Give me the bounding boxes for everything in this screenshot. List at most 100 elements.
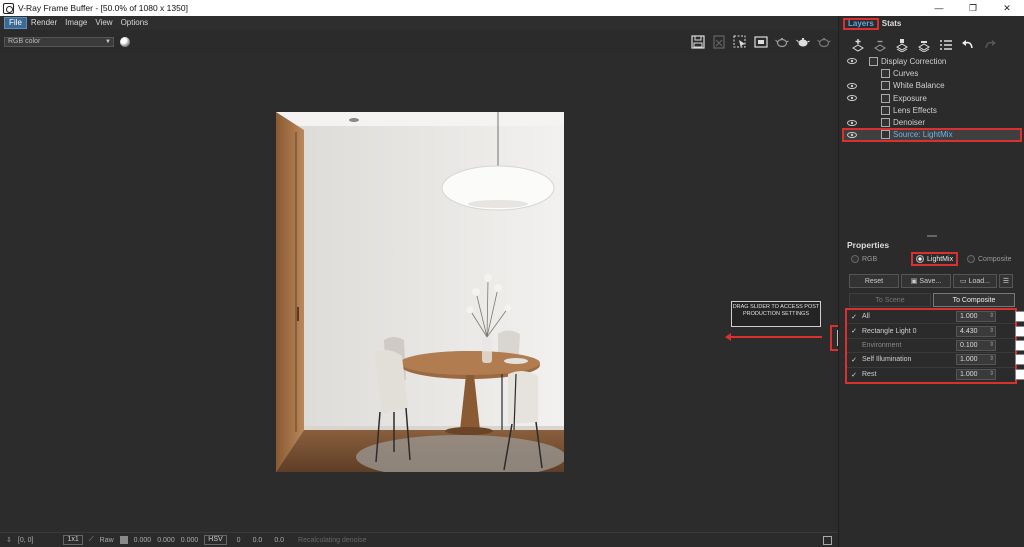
clear-icon[interactable]	[711, 34, 727, 50]
layer-lens-effects[interactable]: Lens Effects	[843, 104, 1021, 116]
chevron-down-icon: ▼	[105, 39, 111, 45]
tab-layers[interactable]: Layers	[843, 18, 879, 30]
title-bar: V-Ray Frame Buffer - [50.0% of 1080 x 13…	[0, 0, 1024, 16]
color-ball-icon[interactable]	[120, 37, 130, 47]
light-checkbox[interactable]: ✓	[850, 327, 858, 335]
log-icon[interactable]	[823, 536, 832, 545]
save-button-label: Save...	[919, 277, 942, 285]
light-intensity-input[interactable]: 4.430	[956, 325, 996, 337]
rendered-image	[276, 112, 564, 472]
mode-rgb-radio[interactable]: RGB	[851, 255, 877, 263]
add-layer-icon[interactable]	[849, 36, 866, 53]
render-viewport[interactable]: DRAG SLIDER TO ACCESS POST PRODUCTION SE…	[0, 54, 846, 532]
properties-title: Properties	[847, 240, 890, 250]
light-color-swatch[interactable]	[1015, 325, 1024, 337]
minimize-button[interactable]: —	[922, 0, 956, 16]
to-scene-button[interactable]: To Scene	[849, 293, 931, 307]
mode-composite-radio[interactable]: Composite	[967, 255, 1011, 263]
layer-label: Exposure	[893, 93, 927, 103]
white-balance-icon	[881, 81, 890, 91]
light-color-swatch[interactable]	[1015, 354, 1024, 366]
layer-white-balance[interactable]: White Balance	[843, 80, 1021, 92]
menu-view[interactable]: View	[91, 17, 116, 29]
menu-image[interactable]: Image	[61, 17, 91, 29]
save-button[interactable]: ▣ Save...	[901, 274, 951, 288]
light-color-swatch[interactable]	[1015, 339, 1024, 351]
light-name: Self Illumination	[862, 356, 912, 364]
layer-display-correction[interactable]: Display Correction	[843, 55, 1021, 67]
menu-file[interactable]: File	[4, 17, 27, 29]
layer-presets-icon[interactable]	[937, 36, 954, 53]
display-icon[interactable]	[753, 34, 769, 50]
light-name: Rectangle Light 0	[862, 327, 917, 335]
panel-tabs: Layers Stats	[843, 18, 904, 30]
pixel-picker-icon[interactable]: ⇩	[6, 536, 12, 544]
delete-layer-icon[interactable]	[871, 36, 888, 53]
layer-label: Denoiser	[893, 118, 926, 128]
folder-icon: ▭	[959, 278, 967, 285]
panel-splitter[interactable]	[927, 235, 937, 237]
lightmix-icon	[881, 130, 890, 140]
color-mode-select[interactable]: HSV	[204, 535, 227, 545]
eye-icon[interactable]	[847, 131, 857, 138]
menu-render[interactable]: Render	[27, 17, 61, 29]
vray-app-icon	[3, 2, 14, 14]
layer-label: Curves	[893, 68, 919, 78]
pixel-h: 0	[236, 536, 241, 544]
light-intensity-input[interactable]: 1.000	[956, 369, 996, 381]
region-icon[interactable]	[732, 34, 748, 50]
light-intensity-input[interactable]: 1.000	[956, 311, 996, 323]
layer-toolbar	[849, 36, 998, 53]
teapot-icon[interactable]	[774, 34, 790, 50]
eye-icon[interactable]	[847, 82, 857, 89]
light-intensity-input[interactable]: 0.100	[956, 339, 996, 351]
lightmix-menu-button[interactable]: ☰	[999, 274, 1013, 288]
layer-denoiser[interactable]: Denoiser	[843, 116, 1021, 128]
load-button-label: Load...	[968, 277, 991, 285]
eye-icon[interactable]	[847, 95, 857, 102]
load-button[interactable]: ▭ Load...	[953, 274, 997, 288]
teapot-region-icon[interactable]	[795, 34, 811, 50]
save-layers-icon[interactable]	[893, 36, 910, 53]
light-checkbox[interactable]: ✓	[850, 313, 858, 321]
mode-lightmix-radio[interactable]: LightMix	[911, 252, 959, 266]
load-layers-icon[interactable]	[915, 36, 932, 53]
curve-icon[interactable]: ⟋	[89, 536, 94, 544]
maximize-button[interactable]: ❐	[956, 0, 990, 16]
tab-stats[interactable]: Stats	[879, 18, 905, 30]
layer-curves[interactable]: Curves	[843, 67, 1021, 79]
reset-button[interactable]: Reset	[849, 274, 899, 288]
zoom-select[interactable]: 1x1	[63, 535, 83, 545]
close-button[interactable]: ✕	[990, 0, 1024, 16]
light-intensity-input[interactable]: 1.000	[956, 354, 996, 366]
layer-source-lightmix[interactable]: Source: LightMix	[842, 127, 1022, 143]
hint-arrow	[725, 333, 822, 341]
eye-icon[interactable]	[847, 58, 857, 65]
mode-label: LightMix	[927, 255, 954, 263]
list-icon: ☰	[1002, 278, 1010, 285]
redo-icon[interactable]	[981, 36, 998, 53]
undo-icon[interactable]	[959, 36, 976, 53]
menu-bar: File Render Image View Options	[0, 16, 838, 30]
teapot-stop-icon[interactable]	[816, 34, 832, 50]
eye-icon[interactable]	[847, 119, 857, 126]
light-color-swatch[interactable]	[1015, 311, 1024, 323]
light-checkbox[interactable]: ✓	[850, 371, 858, 379]
light-row-self-illumination: ✓ Self Illumination 1.000	[847, 353, 1024, 368]
light-color-swatch[interactable]	[1015, 369, 1024, 381]
light-row-rest: ✓ Rest 1.000	[847, 368, 1024, 382]
channel-select[interactable]: RGB color ▼	[4, 37, 114, 47]
light-name: Rest	[862, 371, 877, 379]
toolbar-icons	[690, 34, 832, 50]
layer-label: White Balance	[893, 81, 945, 91]
light-checkbox[interactable]: ✓	[850, 356, 858, 364]
light-row-all: ✓ All 1.000	[847, 310, 1024, 325]
light-checkbox[interactable]	[850, 341, 858, 349]
lens-effects-icon	[881, 105, 890, 115]
layers-panel: Layers Stats Display Correction Curves W…	[838, 16, 1024, 547]
menu-options[interactable]: Options	[117, 17, 153, 29]
save-icon[interactable]	[690, 34, 706, 50]
layer-exposure[interactable]: Exposure	[843, 92, 1021, 104]
to-composite-button[interactable]: To Composite	[933, 293, 1015, 307]
display-correction-icon	[869, 56, 878, 66]
